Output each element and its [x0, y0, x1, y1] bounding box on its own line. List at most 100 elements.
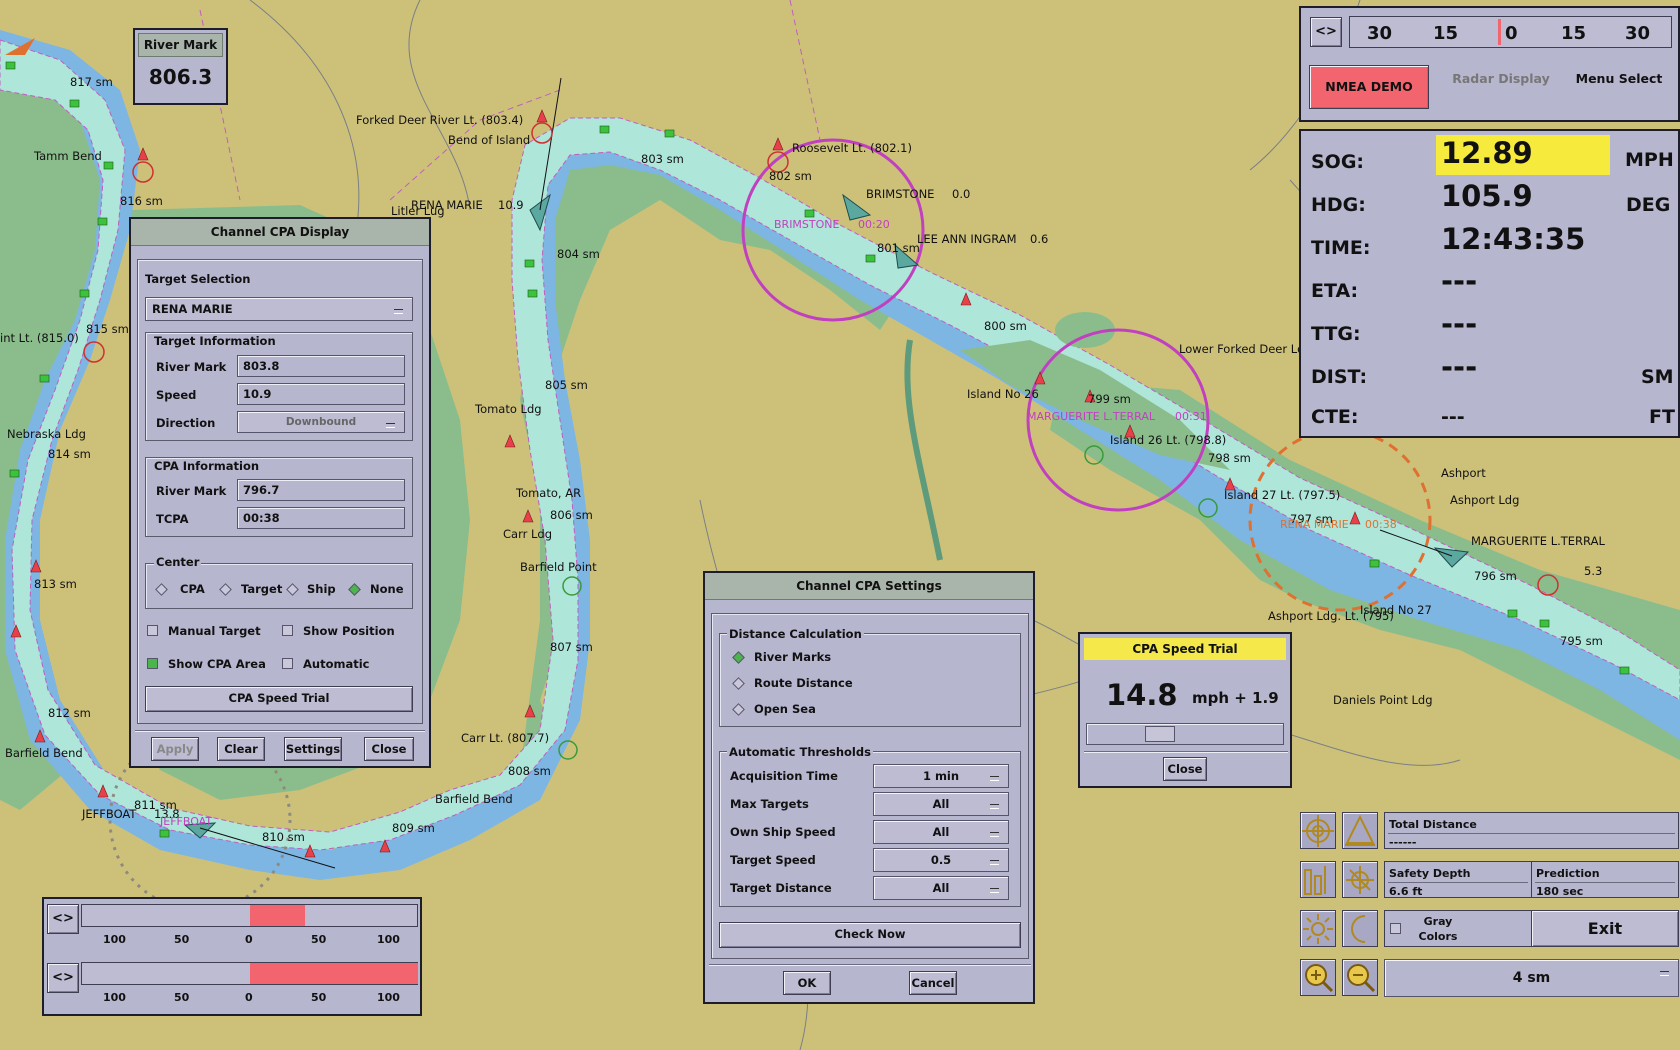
bar2-tick: 50	[311, 991, 327, 1004]
close-button[interactable]: Close	[364, 737, 414, 761]
show-cpa-area-label: Show CPA Area	[168, 657, 266, 671]
river-marks-label: River Marks	[754, 650, 832, 664]
acquisition-time-select[interactable]: 1 min	[873, 764, 1009, 788]
bar2-tick: 100	[103, 991, 126, 1004]
apply-button[interactable]: Apply	[151, 737, 199, 761]
bar1-tick: 50	[311, 933, 327, 946]
gray-colors-cell: Gray Colors	[1384, 910, 1532, 947]
show-position-label: Show Position	[303, 624, 395, 638]
manual-target-checkbox[interactable]	[147, 625, 158, 636]
triangle-measure-icon	[1345, 814, 1375, 846]
target-distance-label: Target Distance	[730, 881, 832, 895]
moon-tool-button[interactable]	[1342, 910, 1378, 947]
manual-target-label: Manual Target	[168, 624, 261, 638]
map-label: Island No 26	[967, 387, 1039, 401]
thruster-bar-2[interactable]	[81, 962, 418, 985]
rudder-scale[interactable]: 30 15 0 15 30	[1349, 16, 1672, 48]
channel-cpa-settings-dialog: Channel CPA Settings Distance Calculatio…	[703, 571, 1035, 1004]
cpa-target-label: MARGUERITE L.TERRAL	[1027, 410, 1156, 423]
map-label: Carr Ldg	[503, 527, 552, 541]
map-label: Ashport	[1441, 466, 1486, 480]
target-select[interactable]: RENA MARIE	[145, 297, 413, 321]
radar-display-button[interactable]: Radar Display	[1451, 70, 1551, 87]
prediction-cell: Prediction 180 sec	[1531, 861, 1679, 898]
safety-depth-value: 6.6 ft	[1389, 885, 1423, 898]
map-label: 808 sm	[508, 764, 551, 778]
clear-button[interactable]: Clear	[217, 737, 265, 761]
cpa-target-label: JEFFBOAT	[159, 815, 212, 828]
sun-tool-button[interactable]	[1300, 910, 1336, 947]
target-distance-select[interactable]: All	[873, 876, 1009, 900]
bar1-toggle-button[interactable]: <>	[47, 904, 79, 934]
time-value: 12:43:35	[1441, 222, 1586, 256]
thresholds-label: Automatic Thresholds	[727, 745, 873, 759]
crosshair-icon	[1302, 815, 1334, 847]
total-distance-label: Total Distance	[1389, 818, 1477, 831]
map-label: 806 sm	[550, 508, 593, 522]
speed-field[interactable]: 10.9	[237, 383, 405, 405]
river-mark-box: River Mark 806.3	[133, 28, 228, 105]
map-label: 795 sm	[1560, 634, 1603, 648]
depth-chart-tool-button[interactable]	[1300, 861, 1336, 898]
own-ship-speed-select[interactable]: All	[873, 820, 1009, 844]
settings-button[interactable]: Settings	[284, 737, 342, 761]
nmea-demo-button[interactable]: NMEA DEMO	[1309, 65, 1429, 109]
safety-depth-label: Safety Depth	[1389, 867, 1471, 880]
cpa-speed-trial-button[interactable]: CPA Speed Trial	[145, 686, 413, 712]
exit-button[interactable]: Exit	[1531, 910, 1679, 947]
rudder-scale-tick: 30	[1625, 23, 1651, 44]
map-label: JEFFBOAT	[81, 807, 137, 821]
target-speed-select[interactable]: 0.5	[873, 848, 1009, 872]
map-label: Tomato, AR	[515, 486, 581, 500]
gear-tool-button[interactable]	[1342, 861, 1378, 898]
map-label: LEE ANN INGRAM	[917, 232, 1017, 246]
map-label: Barfield Bend	[5, 746, 83, 760]
dist-value: ---	[1441, 350, 1478, 384]
max-targets-select[interactable]: All	[873, 792, 1009, 816]
center-target-label: Target	[241, 582, 283, 596]
zoom-out-button[interactable]	[1342, 959, 1378, 996]
show-position-checkbox[interactable]	[282, 625, 293, 636]
automatic-checkbox[interactable]	[282, 658, 293, 669]
moon-icon	[1351, 915, 1366, 943]
speed-trial-slider[interactable]	[1086, 723, 1284, 745]
acquisition-time-label: Acquisition Time	[730, 769, 838, 783]
menu-select-button[interactable]: Menu Select	[1569, 70, 1669, 87]
tcpa-field[interactable]: 00:38	[237, 507, 405, 529]
show-cpa-area-checkbox[interactable]	[147, 658, 158, 669]
measure-tool-button[interactable]	[1342, 812, 1378, 849]
cancel-button[interactable]: Cancel	[909, 971, 957, 995]
rudder-scale-tick: 15	[1433, 23, 1459, 44]
thruster-panel: <> 100 50 0 50 100 <> 100 50 0 50 100	[42, 897, 422, 1016]
map-label: Ashport Ldg	[1450, 493, 1519, 507]
center-ship-label: Ship	[307, 582, 336, 596]
zoom-in-button[interactable]	[1300, 959, 1336, 996]
range-select[interactable]: 4 sm	[1384, 959, 1679, 997]
map-label: 810 sm	[262, 830, 305, 844]
river-mark-field[interactable]: 803.8	[237, 355, 405, 377]
map-label: int Lt. (815.0)	[0, 331, 79, 345]
open-sea-label: Open Sea	[754, 702, 816, 716]
crosshair-tool-button[interactable]	[1300, 812, 1336, 849]
cpa-target-label: BRIMSTONE	[774, 218, 840, 231]
cpa-river-mark-field[interactable]: 796.7	[237, 479, 405, 501]
gray-colors-checkbox[interactable]	[1390, 923, 1401, 934]
thruster-bar-1[interactable]	[81, 904, 418, 927]
cpa-target-label: 00:31	[1175, 410, 1207, 423]
total-distance-cell: Total Distance ------	[1384, 812, 1679, 849]
toggle-button[interactable]: <>	[1310, 17, 1342, 47]
speed-trial-close-button[interactable]: Close	[1163, 757, 1207, 781]
total-distance-value: ------	[1389, 836, 1417, 849]
automatic-label: Automatic	[303, 657, 370, 671]
sun-icon	[1303, 914, 1333, 944]
speed-trial-title: CPA Speed Trial	[1084, 638, 1286, 660]
map-label: Barfield Point	[520, 560, 597, 574]
ok-button[interactable]: OK	[783, 971, 831, 995]
map-label: Lower Forked Deer Ldg	[1179, 342, 1312, 356]
bar2-toggle-button[interactable]: <>	[47, 963, 79, 993]
direction-select[interactable]: Downbound	[237, 411, 405, 433]
slider-thumb[interactable]	[1145, 726, 1175, 742]
river-mark-label: River Mark	[156, 360, 227, 374]
check-now-button[interactable]: Check Now	[719, 922, 1021, 948]
bottom-tools: Total Distance ------ Safety Depth 6.6 f…	[1299, 810, 1680, 1000]
